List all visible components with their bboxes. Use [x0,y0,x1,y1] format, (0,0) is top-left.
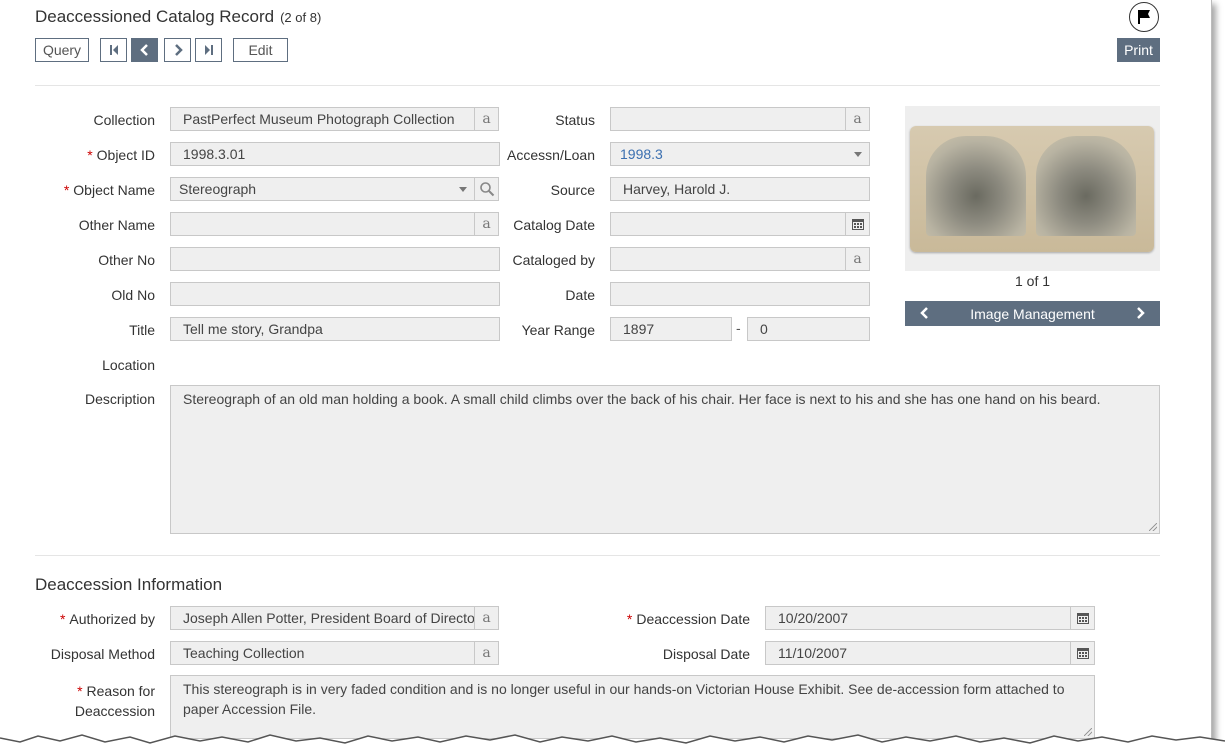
old-no-label: Old No [111,287,155,303]
chevron-right-icon [174,44,183,56]
deaccession-date-picker[interactable] [1070,606,1095,630]
reason-text: This stereograph is in very faded condit… [183,681,1065,717]
record-count: (2 of 8) [280,10,322,25]
other-no-label: Other No [98,252,155,268]
stereograph-left-image [926,136,1026,236]
collection-field[interactable]: PastPerfect Museum Photograph Collection [170,107,475,131]
calendar-icon [1076,613,1089,624]
print-button[interactable]: Print [1117,38,1160,62]
chevron-down-icon[interactable] [459,187,467,192]
other-no-field[interactable] [170,247,500,271]
stereograph-thumbnail [910,126,1154,252]
cataloged-by-label: Cataloged by [512,252,595,268]
flag-icon [1138,10,1150,24]
description-textarea[interactable]: Stereograph of an old man holding a book… [170,385,1160,534]
cataloged-by-field[interactable] [610,247,846,271]
other-name-label: Other Name [78,217,155,233]
date-field[interactable] [610,282,870,306]
object-id-label-text: Object ID [96,147,155,163]
text-lookup-icon[interactable]: a [474,641,499,665]
object-image[interactable] [905,106,1160,271]
deaccession-date-label: * Deaccession Date [626,611,750,627]
page-title-text: Deaccessioned Catalog Record [35,7,275,26]
catalog-date-picker[interactable] [845,212,870,236]
previous-image-button[interactable] [905,306,945,322]
object-name-label: * Object Name [63,182,155,198]
description-text: Stereograph of an old man holding a book… [183,391,1101,407]
window-frame: Deaccessioned Catalog Record (2 of 8) Que… [0,0,1212,742]
catalog-date-label: Catalog Date [513,217,595,233]
first-icon [109,45,118,55]
calendar-icon [1076,648,1089,659]
year-range-separator: - [736,320,741,336]
catalog-date-field[interactable] [610,212,846,236]
query-button[interactable]: Query [35,38,89,62]
other-name-field[interactable] [170,212,475,236]
disposal-method-field[interactable]: Teaching Collection [170,641,475,665]
year-range-from-field[interactable]: 1897 [610,317,732,341]
divider [35,555,1160,556]
collection-label: Collection [93,112,155,128]
source-field[interactable]: Harvey, Harold J. [610,177,870,201]
first-record-button[interactable] [100,38,127,62]
year-range-to-field[interactable]: 0 [747,317,870,341]
last-record-button[interactable] [195,38,222,62]
reason-label-line1: Reason for [86,683,155,699]
flag-button[interactable] [1129,2,1159,32]
location-label: Location [102,357,155,373]
authorized-by-label-text: Authorized by [69,611,155,627]
chevron-down-icon[interactable] [854,152,862,157]
text-lookup-icon[interactable]: a [474,606,499,630]
chevron-left-icon [920,306,928,319]
deaccession-date-label-text: Deaccession Date [636,611,750,627]
last-icon [204,45,213,55]
title-field[interactable]: Tell me story, Grandpa [170,317,500,341]
torn-edge-decoration [0,734,1225,755]
divider [35,85,1160,86]
object-id-field[interactable]: 1998.3.01 [170,142,500,166]
stereograph-right-image [1036,136,1136,236]
image-management-bar: Image Management [905,301,1160,326]
disposal-method-label: Disposal Method [50,646,155,662]
image-management-button[interactable]: Image Management [970,306,1095,322]
reason-label-line2: Deaccession [74,703,155,719]
edit-button[interactable]: Edit [233,38,288,62]
resize-handle[interactable] [1149,523,1157,531]
chevron-left-icon [139,44,148,56]
disposal-date-picker[interactable] [1070,641,1095,665]
reason-label: * Reason for Deaccession [74,683,155,719]
accessn-loan-select[interactable]: 1998.3 [610,142,870,166]
text-lookup-icon[interactable]: a [845,247,870,271]
disposal-date-field[interactable]: 11/10/2007 [765,641,1071,665]
date-label: Date [565,287,595,303]
title-label: Title [129,322,155,338]
object-id-label: * Object ID [87,147,155,163]
deaccession-section-title: Deaccession Information [35,575,223,594]
status-label: Status [555,112,595,128]
deaccession-date-field[interactable]: 10/20/2007 [765,606,1071,630]
previous-record-button[interactable] [131,38,158,62]
old-no-field[interactable] [170,282,500,306]
page-title: Deaccessioned Catalog Record (2 of 8) [35,7,321,27]
calendar-icon [851,219,864,230]
source-label: Source [550,182,595,198]
authorized-by-label: * Authorized by [59,611,155,627]
text-lookup-icon[interactable]: a [845,107,870,131]
year-range-label: Year Range [521,322,595,338]
object-name-select[interactable]: Stereograph [170,177,475,201]
authorized-by-field[interactable]: Joseph Allen Potter, President Board of … [170,606,475,630]
object-name-label-text: Object Name [73,182,155,198]
status-field[interactable] [610,107,846,131]
image-counter: 1 of 1 [1014,273,1051,289]
chevron-right-icon [1137,306,1145,319]
description-label: Description [84,391,155,407]
next-image-button[interactable] [1120,306,1160,322]
accessn-loan-label: Accessn/Loan [507,147,595,163]
next-record-button[interactable] [164,38,191,62]
disposal-date-label: Disposal Date [662,646,750,662]
